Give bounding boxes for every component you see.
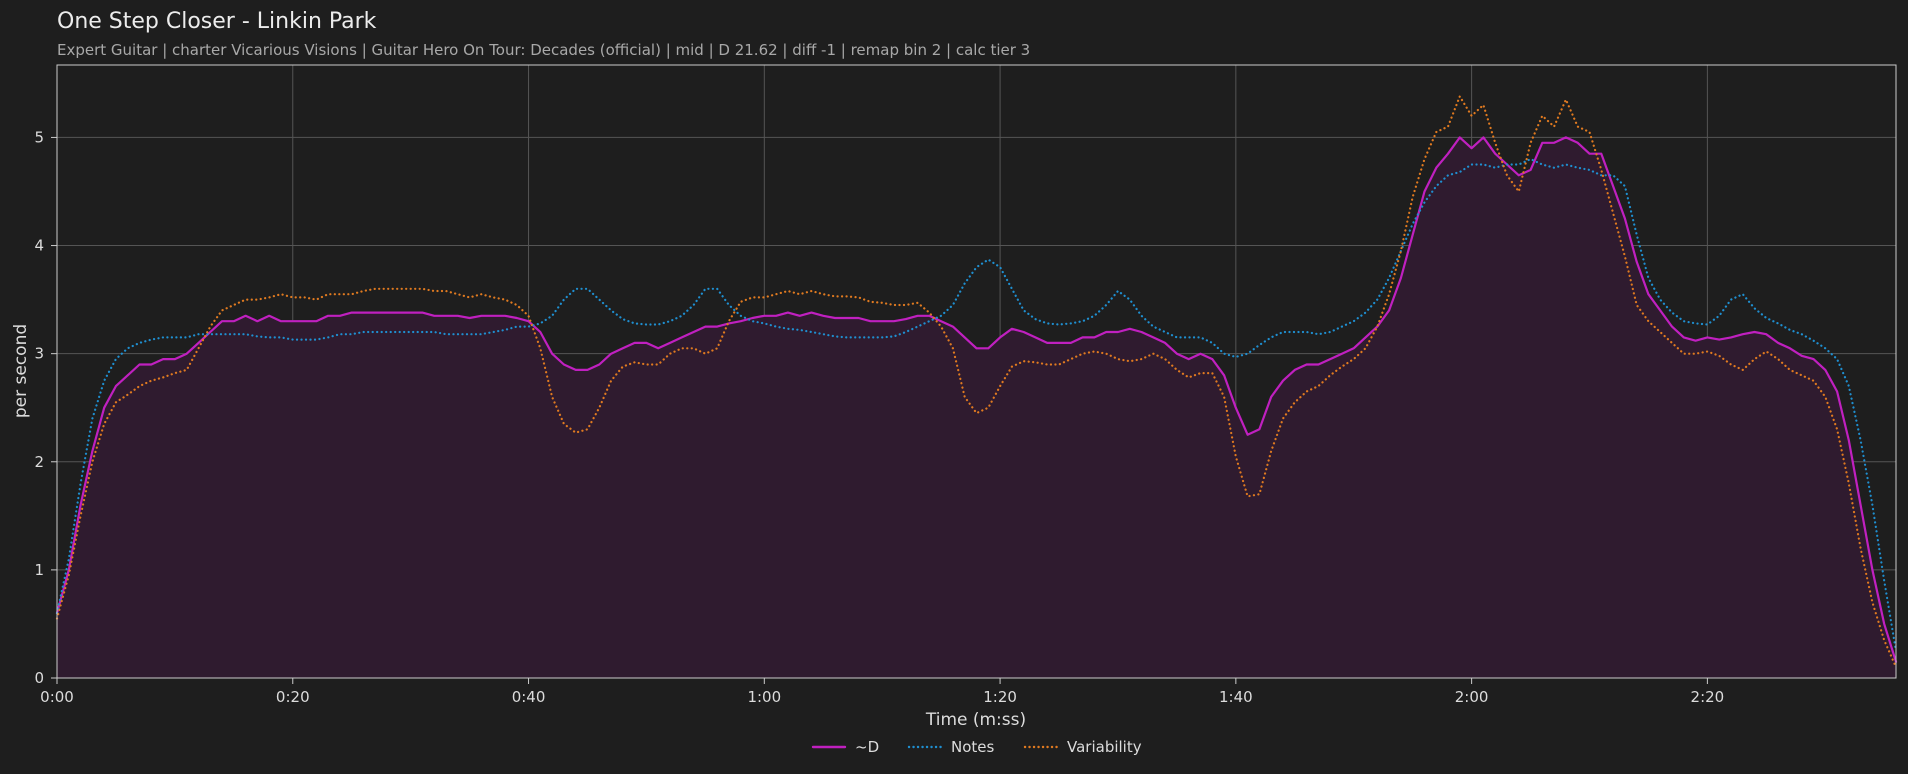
legend-label: Notes bbox=[951, 738, 995, 756]
chart: One Step Closer - Linkin Park Expert Gui… bbox=[0, 0, 1908, 774]
y-tick-label: 3 bbox=[34, 345, 44, 363]
y-tick-label: 1 bbox=[34, 561, 44, 579]
x-tick-label: 2:00 bbox=[1455, 688, 1489, 706]
y-tick-label: 0 bbox=[34, 669, 44, 687]
x-axis-label: Time (m:ss) bbox=[925, 710, 1026, 730]
x-tick-label: 1:00 bbox=[747, 688, 781, 706]
y-axis-label: per second bbox=[11, 324, 31, 418]
x-tick-label: 1:40 bbox=[1219, 688, 1253, 706]
x-tick-label: 0:00 bbox=[40, 688, 74, 706]
x-tick-label: 2:20 bbox=[1691, 688, 1725, 706]
chart-title: One Step Closer - Linkin Park bbox=[57, 9, 377, 34]
y-tick-label: 2 bbox=[34, 453, 44, 471]
legend-label: Variability bbox=[1067, 738, 1142, 756]
x-tick-label: 0:40 bbox=[512, 688, 546, 706]
legend-label: ~D bbox=[855, 738, 879, 756]
x-tick-label: 0:20 bbox=[276, 688, 310, 706]
y-tick-label: 4 bbox=[34, 237, 44, 255]
x-tick-label: 1:20 bbox=[983, 688, 1017, 706]
chart-subtitle: Expert Guitar | charter Vicarious Vision… bbox=[57, 41, 1030, 59]
legend: ~D Notes Variability bbox=[811, 738, 1142, 756]
y-tick-label: 5 bbox=[34, 128, 44, 146]
